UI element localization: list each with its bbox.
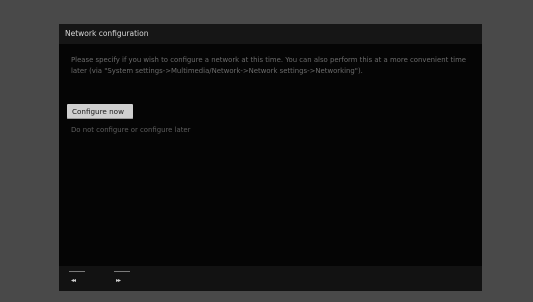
configure-now-label: Configure now: [72, 107, 124, 116]
dialog-description: Please specify if you wish to configure …: [71, 56, 467, 75]
title-bar: Network configuration: [59, 24, 482, 44]
forward-key-indicator: [114, 271, 130, 272]
back-key-indicator: [69, 271, 85, 272]
tv-frame: Network configuration Please specify if …: [0, 0, 533, 302]
navigation-bar: ◂◂ ▸▸: [59, 266, 482, 291]
configure-now-button[interactable]: Configure now: [67, 104, 133, 119]
dialog-title: Network configuration: [65, 29, 149, 38]
configure-later-option[interactable]: Do not configure or configure later: [71, 126, 190, 134]
setup-screen: Network configuration Please specify if …: [59, 24, 482, 291]
rewind-icon: ◂◂: [71, 277, 76, 284]
back-button[interactable]: ◂◂: [67, 269, 87, 287]
forward-button[interactable]: ▸▸: [112, 269, 132, 287]
fast-forward-icon: ▸▸: [116, 277, 121, 284]
